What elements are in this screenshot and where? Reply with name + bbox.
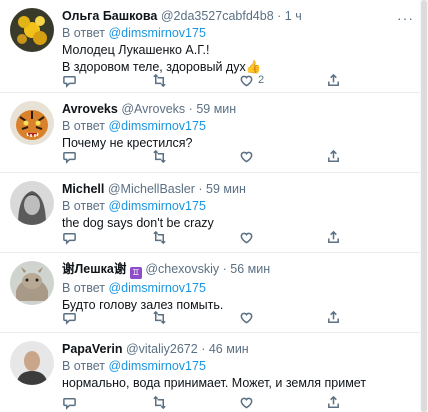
avatar[interactable] [10, 261, 54, 305]
reply-label: В ответ [62, 281, 105, 295]
reply-button[interactable] [62, 72, 77, 88]
tweet-5[interactable]: PapaVerin @vitaliy2672 · 46 мин В ответ … [0, 333, 428, 412]
share-button[interactable] [326, 394, 341, 410]
action-bar [62, 309, 352, 325]
tweet-3[interactable]: Michell @MichellBasler · 59 мин В ответ … [0, 173, 428, 252]
more-icon[interactable]: ··· [397, 10, 414, 26]
heart-icon [240, 312, 253, 324]
share-button[interactable] [326, 229, 341, 245]
avatar[interactable] [10, 341, 54, 385]
reply-label: В ответ [62, 359, 105, 373]
reply-to-handle[interactable]: @dimsmirnov175 [108, 26, 205, 40]
retweet-button[interactable] [152, 229, 167, 245]
author-name[interactable]: Ольга Башкова [62, 9, 157, 23]
heart-icon [240, 232, 253, 244]
reply-icon [63, 312, 76, 325]
tweet-text: Молодец Лукашенко А.Г.! В здоровом теле,… [62, 42, 406, 76]
timestamp[interactable]: 56 мин [230, 262, 270, 276]
reply-to-handle[interactable]: @dimsmirnov175 [108, 359, 205, 373]
dot-separator: · [222, 262, 227, 276]
heart-icon [240, 397, 253, 409]
avatar[interactable] [10, 181, 54, 225]
reply-icon [63, 151, 76, 164]
tweet-4[interactable]: 谢Лешка谢 ♊ @chexovskiy · 56 мин В ответ @… [0, 253, 428, 332]
gemini-badge-icon: ♊ [129, 267, 142, 279]
avatar[interactable] [10, 8, 54, 52]
avatar[interactable] [10, 101, 54, 145]
share-button[interactable] [326, 72, 341, 88]
reply-label: В ответ [62, 119, 105, 133]
reply-icon [63, 232, 76, 245]
timestamp[interactable]: 46 мин [209, 342, 249, 356]
reply-to-handle[interactable]: @dimsmirnov175 [108, 281, 205, 295]
like-button[interactable] [239, 309, 254, 325]
like-button[interactable] [239, 229, 254, 245]
tweet-text: нормально, вода принимает. Может, и земл… [62, 375, 406, 392]
author-handle[interactable]: @Avroveks [121, 102, 185, 116]
action-bar [62, 394, 352, 410]
tweet-line: нормально, вода принимает. Может, и земл… [62, 376, 367, 390]
share-icon [328, 149, 339, 162]
like-button[interactable] [239, 394, 254, 410]
retweet-icon [153, 395, 166, 409]
author-handle[interactable]: @chexovskiy [145, 262, 219, 276]
share-icon [328, 73, 339, 86]
reply-label: В ответ [62, 26, 105, 40]
share-button[interactable] [326, 148, 341, 164]
timestamp[interactable]: 59 мин [206, 182, 246, 196]
reply-icon [63, 397, 76, 410]
like-count: 2 [258, 74, 265, 86]
share-icon [328, 310, 339, 323]
tweet-2[interactable]: Avroveks @Avroveks · 59 мин В ответ @dim… [0, 93, 428, 172]
retweet-button[interactable] [152, 394, 167, 410]
reply-to-handle[interactable]: @dimsmirnov175 [108, 119, 205, 133]
action-bar [62, 229, 352, 245]
scrollbar-thumb[interactable] [421, 0, 427, 412]
retweet-button[interactable] [152, 309, 167, 325]
retweet-button[interactable] [152, 148, 167, 164]
tweet-line: Молодец Лукашенко А.Г.! [62, 43, 210, 57]
share-button[interactable] [326, 309, 341, 325]
share-icon [328, 395, 339, 408]
retweet-icon [153, 73, 166, 87]
action-bar [62, 148, 352, 164]
like-button[interactable] [239, 148, 254, 164]
heart-icon [240, 75, 253, 87]
like-button[interactable]: 2 [239, 72, 264, 88]
retweet-button[interactable] [152, 72, 167, 88]
author-handle[interactable]: @2da3527cabfd4b8 [161, 9, 274, 23]
retweet-icon [153, 310, 166, 324]
dot-separator: · [188, 102, 193, 116]
action-bar: 2 [62, 72, 352, 88]
reply-icon [63, 75, 76, 88]
reply-to-handle[interactable]: @dimsmirnov175 [108, 199, 205, 213]
retweet-icon [153, 149, 166, 163]
heart-icon [240, 151, 253, 163]
reply-label: В ответ [62, 199, 105, 213]
author-name[interactable]: PapaVerin [62, 342, 122, 356]
timestamp[interactable]: 59 мин [196, 102, 236, 116]
dot-separator: · [201, 342, 206, 356]
author-handle[interactable]: @MichellBasler [108, 182, 195, 196]
reply-button[interactable] [62, 309, 77, 325]
dot-separator: · [277, 9, 282, 23]
author-name[interactable]: Michell [62, 182, 104, 196]
scrollbar[interactable] [420, 0, 428, 412]
reply-button[interactable] [62, 394, 77, 410]
share-icon [328, 230, 339, 243]
author-name[interactable]: 谢Лешка谢 [62, 262, 126, 276]
reply-button[interactable] [62, 229, 77, 245]
author-handle[interactable]: @vitaliy2672 [126, 342, 198, 356]
author-name[interactable]: Avroveks [62, 102, 118, 116]
retweet-icon [153, 230, 166, 244]
reply-button[interactable] [62, 148, 77, 164]
dot-separator: · [198, 182, 203, 196]
timestamp[interactable]: 1 ч [285, 9, 302, 23]
tweet-1[interactable]: Ольга Башкова @2da3527cabfd4b8 · 1 ч В о… [0, 0, 428, 92]
